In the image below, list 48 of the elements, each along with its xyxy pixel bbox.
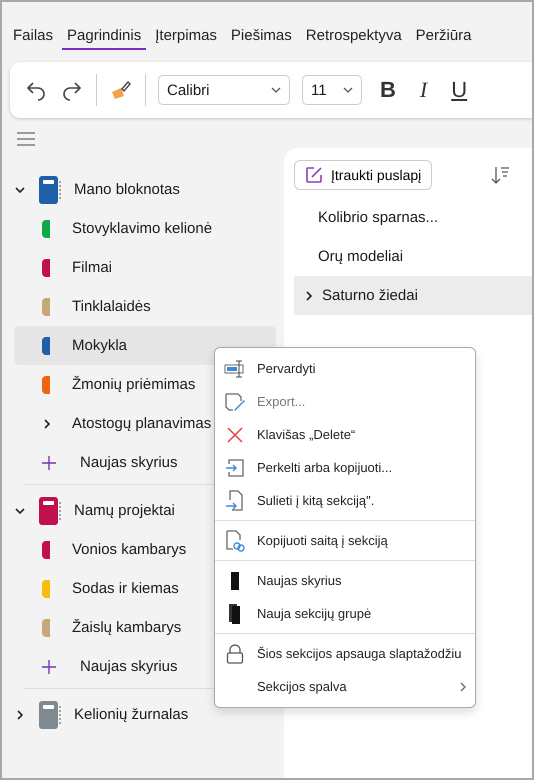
section-icon xyxy=(229,570,241,590)
chevron-right-icon[interactable] xyxy=(304,290,314,302)
notebook-title[interactable]: Namų projektai xyxy=(74,502,175,519)
ribbon-tab[interactable]: Įterpimas xyxy=(150,25,222,50)
underline-button[interactable]: U xyxy=(445,77,474,103)
section-item[interactable]: Tinklalaidės xyxy=(14,287,276,326)
section-item[interactable]: Stovyklavimo kelionė xyxy=(14,209,276,248)
new-page-icon xyxy=(305,166,323,184)
menu-item[interactable]: Perkelti arba kopijuoti... xyxy=(215,451,475,484)
page-item[interactable]: Orų modeliai xyxy=(294,237,532,276)
section-group-icon xyxy=(228,602,242,624)
bold-button[interactable]: B xyxy=(374,77,402,103)
plus-icon[interactable] xyxy=(42,456,56,470)
format-painter-icon[interactable] xyxy=(109,78,133,102)
page-item[interactable]: Kolibrio sparnas... xyxy=(294,198,532,237)
chevron-right-icon[interactable] xyxy=(42,418,52,430)
rename-icon xyxy=(224,360,246,378)
add-section-link[interactable]: Naujas skyrius xyxy=(80,454,178,471)
caret-icon xyxy=(343,87,353,93)
merge-icon xyxy=(225,490,245,512)
sort-icon[interactable] xyxy=(490,165,510,185)
menu-item[interactable]: Sekcijos spalva xyxy=(215,670,475,703)
lock-icon xyxy=(226,644,244,664)
ribbon-tab[interactable]: Piešimas xyxy=(226,25,297,50)
italic-button[interactable]: I xyxy=(414,77,434,103)
font-dropdown[interactable]: Calibri xyxy=(158,75,290,105)
close-icon xyxy=(227,426,243,442)
menu-item[interactable]: Nauja sekcijų grupė xyxy=(215,597,475,630)
ribbon-tab[interactable]: Pagrindinis xyxy=(62,25,146,50)
chevron-right-icon xyxy=(459,680,467,692)
export-icon xyxy=(224,392,246,412)
ribbon-tab[interactable]: Failas xyxy=(8,25,58,50)
caret-icon xyxy=(271,87,281,93)
notebook-title[interactable]: Mano bloknotas xyxy=(74,181,180,198)
menu-item[interactable]: Klavišas „Delete“ xyxy=(215,418,475,451)
menu-icon[interactable] xyxy=(16,132,36,146)
section-item[interactable]: Filmai xyxy=(14,248,276,287)
notebook-title[interactable]: Kelionių žurnalas xyxy=(74,706,188,723)
add-section-link[interactable]: Naujas skyrius xyxy=(80,658,178,675)
page-item[interactable]: Saturno žiedai xyxy=(294,276,532,315)
move-icon xyxy=(225,458,245,478)
ribbon-tab[interactable]: Peržiūra xyxy=(410,25,477,50)
ribbon-tab[interactable]: Retrospektyva xyxy=(300,25,407,50)
link-icon xyxy=(224,530,246,552)
plus-icon[interactable] xyxy=(42,660,56,674)
menu-item[interactable]: Sulieti į kitą sekciją". xyxy=(215,484,475,517)
add-page-button[interactable]: Įtraukti puslapį xyxy=(294,160,432,190)
font-size-dropdown[interactable]: 11 xyxy=(302,75,362,105)
